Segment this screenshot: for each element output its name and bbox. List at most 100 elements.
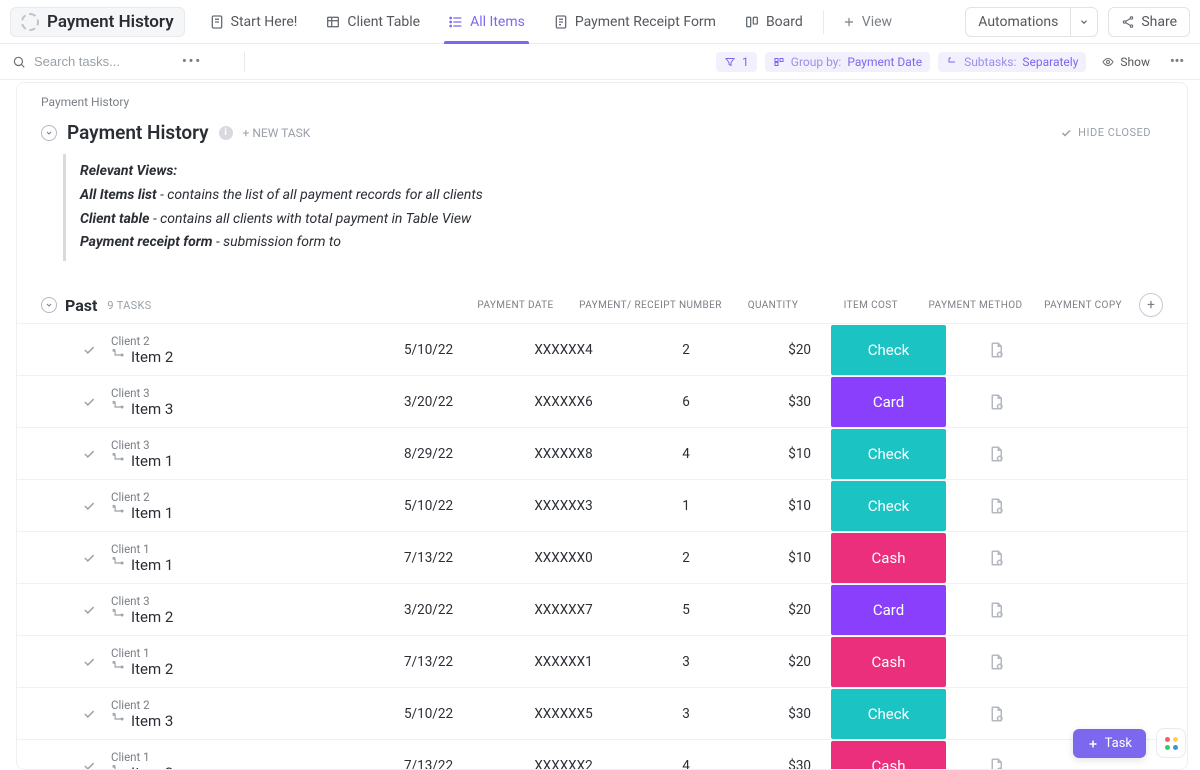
- task-item[interactable]: Item 2: [111, 348, 371, 366]
- cell-payment-method[interactable]: Check: [831, 689, 946, 739]
- col-item-cost[interactable]: ITEM COST: [818, 300, 918, 311]
- cell-payment-method[interactable]: Cash: [831, 637, 946, 687]
- cell-item-cost[interactable]: $10: [731, 446, 831, 462]
- search-input[interactable]: [34, 54, 174, 69]
- cell-quantity[interactable]: 2: [641, 342, 731, 358]
- cell-receipt-number[interactable]: XXXXXX7: [486, 602, 641, 618]
- cell-payment-copy[interactable]: [946, 341, 1046, 359]
- add-view-button[interactable]: View: [830, 0, 904, 44]
- breadcrumb[interactable]: Payment History: [17, 83, 1187, 109]
- tab-all-items[interactable]: All Items: [434, 0, 539, 44]
- status-check-icon[interactable]: [77, 447, 101, 461]
- automations-caret[interactable]: [1071, 7, 1098, 37]
- task-client[interactable]: Client 1: [111, 542, 371, 556]
- cell-quantity[interactable]: 6: [641, 394, 731, 410]
- col-payment-date[interactable]: PAYMENT DATE: [458, 300, 573, 311]
- cell-quantity[interactable]: 1: [641, 498, 731, 514]
- col-payment-method[interactable]: PAYMENT METHOD: [918, 300, 1033, 311]
- task-item[interactable]: Item 1: [111, 504, 371, 522]
- cell-payment-date[interactable]: 5/10/22: [371, 342, 486, 358]
- cell-receipt-number[interactable]: XXXXXX3: [486, 498, 641, 514]
- status-check-icon[interactable]: [77, 759, 101, 770]
- task-item[interactable]: Item 1: [111, 452, 371, 470]
- cell-payment-method[interactable]: Card: [831, 585, 946, 635]
- task-client[interactable]: Client 3: [111, 438, 371, 452]
- cell-payment-date[interactable]: 5/10/22: [371, 498, 486, 514]
- more-options-icon[interactable]: •••: [1166, 54, 1188, 69]
- table-row[interactable]: Client 3Item 23/20/22XXXXXX75$20Card: [17, 583, 1187, 635]
- new-task-button[interactable]: + NEW TASK: [243, 126, 311, 140]
- cell-quantity[interactable]: 4: [641, 758, 731, 770]
- table-row[interactable]: Client 2Item 15/10/22XXXXXX31$10Check: [17, 479, 1187, 531]
- status-check-icon[interactable]: [77, 343, 101, 357]
- task-item[interactable]: Item 2: [111, 660, 371, 678]
- status-check-icon[interactable]: [77, 395, 101, 409]
- cell-item-cost[interactable]: $30: [731, 706, 831, 722]
- cell-payment-method[interactable]: Check: [831, 481, 946, 531]
- col-payment-copy[interactable]: PAYMENT COPY: [1033, 300, 1133, 311]
- cell-payment-date[interactable]: 3/20/22: [371, 602, 486, 618]
- collapse-toggle[interactable]: [41, 125, 57, 141]
- cell-payment-method[interactable]: Card: [831, 377, 946, 427]
- cell-payment-date[interactable]: 7/13/22: [371, 654, 486, 670]
- cell-receipt-number[interactable]: XXXXXX5: [486, 706, 641, 722]
- tab-payment-receipt-form[interactable]: Payment Receipt Form: [539, 0, 730, 44]
- subtasks-chip[interactable]: Subtasks: Separately: [938, 52, 1086, 72]
- cell-item-cost[interactable]: $20: [731, 602, 831, 618]
- cell-payment-copy[interactable]: [946, 497, 1046, 515]
- cell-payment-date[interactable]: 7/13/22: [371, 758, 486, 770]
- task-item[interactable]: Item 1: [111, 556, 371, 574]
- task-client[interactable]: Client 1: [111, 646, 371, 660]
- cell-item-cost[interactable]: $30: [731, 758, 831, 770]
- cell-receipt-number[interactable]: XXXXXX2: [486, 758, 641, 770]
- task-client[interactable]: Client 2: [111, 490, 371, 504]
- task-item[interactable]: Item 3: [111, 764, 371, 770]
- table-row[interactable]: Client 3Item 33/20/22XXXXXX66$30Card: [17, 375, 1187, 427]
- cell-payment-method[interactable]: Check: [831, 429, 946, 479]
- cell-payment-method[interactable]: Cash: [831, 741, 946, 770]
- cell-quantity[interactable]: 3: [641, 654, 731, 670]
- status-check-icon[interactable]: [77, 551, 101, 565]
- table-row[interactable]: Client 1Item 37/13/22XXXXXX24$30Cash: [17, 739, 1187, 770]
- cell-item-cost[interactable]: $30: [731, 394, 831, 410]
- table-row[interactable]: Client 1Item 27/13/22XXXXXX13$20Cash: [17, 635, 1187, 687]
- new-task-floating-button[interactable]: Task: [1073, 729, 1146, 758]
- tab-board[interactable]: Board: [730, 0, 817, 44]
- group-name[interactable]: Past: [65, 296, 97, 315]
- table-row[interactable]: Client 3Item 18/29/22XXXXXX84$10Check: [17, 427, 1187, 479]
- cell-payment-copy[interactable]: [946, 549, 1046, 567]
- group-collapse-toggle[interactable]: [41, 297, 57, 313]
- cell-payment-copy[interactable]: [946, 705, 1046, 723]
- info-icon[interactable]: i: [219, 126, 233, 140]
- group-by-chip[interactable]: Group by: Payment Date: [765, 52, 930, 72]
- cell-quantity[interactable]: 3: [641, 706, 731, 722]
- cell-payment-copy[interactable]: [946, 445, 1046, 463]
- task-client[interactable]: Client 2: [111, 334, 371, 348]
- search-more-icon[interactable]: •••: [182, 54, 202, 69]
- status-check-icon[interactable]: [77, 655, 101, 669]
- cell-quantity[interactable]: 2: [641, 550, 731, 566]
- cell-item-cost[interactable]: $20: [731, 342, 831, 358]
- cell-item-cost[interactable]: $10: [731, 498, 831, 514]
- add-column-button[interactable]: +: [1139, 293, 1163, 317]
- hide-closed-toggle[interactable]: HIDE CLOSED: [1060, 126, 1163, 139]
- cell-payment-copy[interactable]: [946, 601, 1046, 619]
- task-client[interactable]: Client 3: [111, 386, 371, 400]
- cell-item-cost[interactable]: $10: [731, 550, 831, 566]
- col-receipt-number[interactable]: PAYMENT/ RECEIPT NUMBER: [573, 300, 728, 311]
- cell-quantity[interactable]: 5: [641, 602, 731, 618]
- status-check-icon[interactable]: [77, 603, 101, 617]
- cell-payment-date[interactable]: 5/10/22: [371, 706, 486, 722]
- task-client[interactable]: Client 2: [111, 698, 371, 712]
- cell-receipt-number[interactable]: XXXXXX6: [486, 394, 641, 410]
- list-title-wrap[interactable]: Payment History: [10, 7, 185, 37]
- table-row[interactable]: Client 2Item 35/10/22XXXXXX53$30Check: [17, 687, 1187, 739]
- share-button[interactable]: Share: [1108, 7, 1190, 37]
- apps-button[interactable]: [1156, 728, 1186, 758]
- cell-payment-method[interactable]: Cash: [831, 533, 946, 583]
- cell-payment-method[interactable]: Check: [831, 325, 946, 375]
- task-item[interactable]: Item 3: [111, 712, 371, 730]
- tab-start-here[interactable]: Start Here!: [195, 0, 312, 44]
- show-chip[interactable]: Show: [1094, 52, 1158, 72]
- filter-chip[interactable]: 1: [716, 52, 757, 72]
